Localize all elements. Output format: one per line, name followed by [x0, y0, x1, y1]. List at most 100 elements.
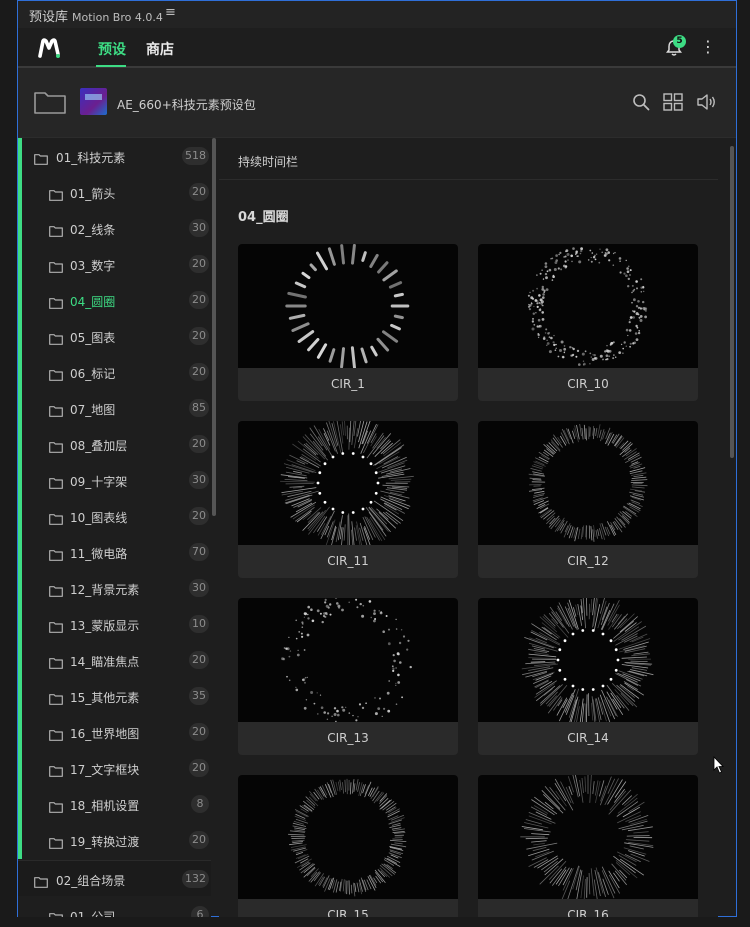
category-count-badge: 20 [189, 291, 209, 309]
preset-card[interactable]: CIR_16 [478, 775, 698, 917]
category-item[interactable]: 02_线条 30 [18, 210, 211, 246]
category-label: 10_图表线 [70, 511, 128, 525]
active-tab-indicator [96, 65, 126, 67]
category-item[interactable]: 15_其他元素 35 [18, 678, 211, 714]
preset-thumbnail [238, 775, 458, 899]
category-count-badge: 518 [182, 147, 209, 165]
category-item[interactable]: 10_图表线 20 [18, 498, 211, 534]
pack-bar: AE_660+科技元素预设包 [18, 68, 736, 138]
preset-card[interactable]: CIR_11 [238, 421, 458, 578]
preset-name: CIR_14 [567, 731, 609, 745]
folder-icon [49, 294, 63, 309]
top-navigation: 预设 商店 5 ⋮ [18, 28, 736, 68]
category-item[interactable]: 02_组合场景 132 [18, 860, 211, 896]
category-count-badge: 20 [189, 327, 209, 345]
category-item[interactable]: 03_数字 20 [18, 246, 211, 282]
grid-view-icon[interactable] [663, 93, 683, 111]
category-item[interactable]: 13_蒙版显示 10 [18, 606, 211, 642]
category-label: 16_世界地图 [70, 727, 140, 741]
preset-thumbnail [238, 421, 458, 549]
category-item[interactable]: 11_微电路 70 [18, 534, 211, 570]
sidebar-scrollbar[interactable] [212, 138, 216, 516]
pack-thumbnail [80, 88, 107, 115]
tab-store[interactable]: 商店 [146, 39, 174, 59]
category-count-badge: 20 [189, 255, 209, 273]
category-item[interactable]: 07_地图 85 [18, 390, 211, 426]
category-item[interactable]: 04_圆圈 20 [18, 282, 211, 318]
window-subtitle: Motion Bro 4.0.4 [72, 11, 163, 24]
category-label: 02_组合场景 [56, 874, 126, 888]
preset-card[interactable]: CIR_14 [478, 598, 698, 755]
folder-icon [49, 726, 63, 741]
category-item[interactable]: 18_相机设置 8 [18, 786, 211, 822]
preset-card[interactable]: CIR_10 [478, 244, 698, 401]
main-scrollbar[interactable] [730, 146, 734, 458]
sound-icon[interactable] [696, 92, 718, 112]
preset-card[interactable]: CIR_12 [478, 421, 698, 578]
category-label: 14_瞄准焦点 [70, 655, 140, 669]
category-label: 01_箭头 [70, 187, 116, 201]
notification-badge: 5 [673, 35, 686, 48]
preset-card[interactable]: CIR_13 [238, 598, 458, 755]
folder-icon [49, 510, 63, 525]
category-label: 04_圆圈 [70, 295, 116, 309]
folder-icon [49, 909, 63, 917]
search-icon[interactable] [632, 93, 650, 111]
preset-thumbnail [478, 598, 698, 727]
folder-icon [49, 474, 63, 489]
category-sidebar: 01_科技元素 518 01_箭头 20 02_线条 30 03_数字 20 04_圆圈 20 05… [18, 138, 211, 917]
window-title: 预设库 Motion Bro 4.0.4 [29, 10, 163, 25]
motion-bro-logo-icon [38, 38, 60, 58]
preset-name: CIR_13 [327, 731, 369, 745]
pack-name[interactable]: AE_660+科技元素预设包 [117, 96, 256, 113]
more-options-icon[interactable]: ⋮ [700, 38, 716, 58]
category-item[interactable]: 16_世界地图 20 [18, 714, 211, 750]
category-item[interactable]: 01_公司 6 [18, 897, 211, 917]
category-count-badge: 10 [189, 615, 209, 633]
category-count-badge: 20 [189, 831, 209, 849]
category-item[interactable]: 14_瞄准焦点 20 [18, 642, 211, 678]
panel-menu-icon[interactable]: ≡ [165, 5, 176, 20]
preset-name: CIR_11 [327, 554, 369, 568]
category-count-badge: 20 [189, 183, 209, 201]
preset-card[interactable]: CIR_1 [238, 244, 458, 401]
category-count-badge: 30 [189, 471, 209, 489]
folder-icon [34, 150, 48, 165]
window-title-bar: 预设库 Motion Bro 4.0.4 ≡ [17, 0, 737, 28]
folder-icon [34, 873, 48, 888]
tab-presets[interactable]: 预设 [98, 39, 126, 59]
category-item[interactable]: 19_转换过渡 20 [18, 822, 211, 858]
category-item[interactable]: 01_科技元素 518 [18, 138, 211, 174]
category-label: 15_其他元素 [70, 691, 140, 705]
folder-icon [49, 834, 63, 849]
preset-thumbnail [238, 244, 458, 370]
category-label: 12_背景元素 [70, 583, 140, 597]
category-item[interactable]: 01_箭头 20 [18, 174, 211, 210]
category-label: 17_文字框块 [70, 763, 140, 777]
preset-thumbnail [238, 598, 458, 726]
duration-bar[interactable]: 持续时间栏 [219, 138, 718, 180]
category-item[interactable]: 09_十字架 30 [18, 462, 211, 498]
category-count-badge: 20 [189, 435, 209, 453]
folder-icon [49, 402, 63, 417]
category-item[interactable]: 05_图表 20 [18, 318, 211, 354]
category-item[interactable]: 12_背景元素 30 [18, 570, 211, 606]
folder-icon [49, 438, 63, 453]
category-item[interactable]: 17_文字框块 20 [18, 750, 211, 786]
category-count-badge: 6 [191, 906, 209, 917]
folder-icon [49, 690, 63, 705]
preset-thumbnail [478, 775, 698, 902]
category-label: 19_转换过渡 [70, 835, 140, 849]
preset-card[interactable]: CIR_15 [238, 775, 458, 917]
folder-icon [49, 258, 63, 273]
category-item[interactable]: 08_叠加层 20 [18, 426, 211, 462]
category-count-badge: 30 [189, 579, 209, 597]
category-item[interactable]: 06_标记 20 [18, 354, 211, 390]
section-title: 04_圆圈 [238, 210, 289, 225]
folder-icon [49, 798, 63, 813]
folder-icon [49, 654, 63, 669]
folder-icon [49, 582, 63, 597]
folder-icon[interactable] [34, 90, 66, 114]
category-label: 02_线条 [70, 223, 116, 237]
category-count-badge: 70 [189, 543, 209, 561]
